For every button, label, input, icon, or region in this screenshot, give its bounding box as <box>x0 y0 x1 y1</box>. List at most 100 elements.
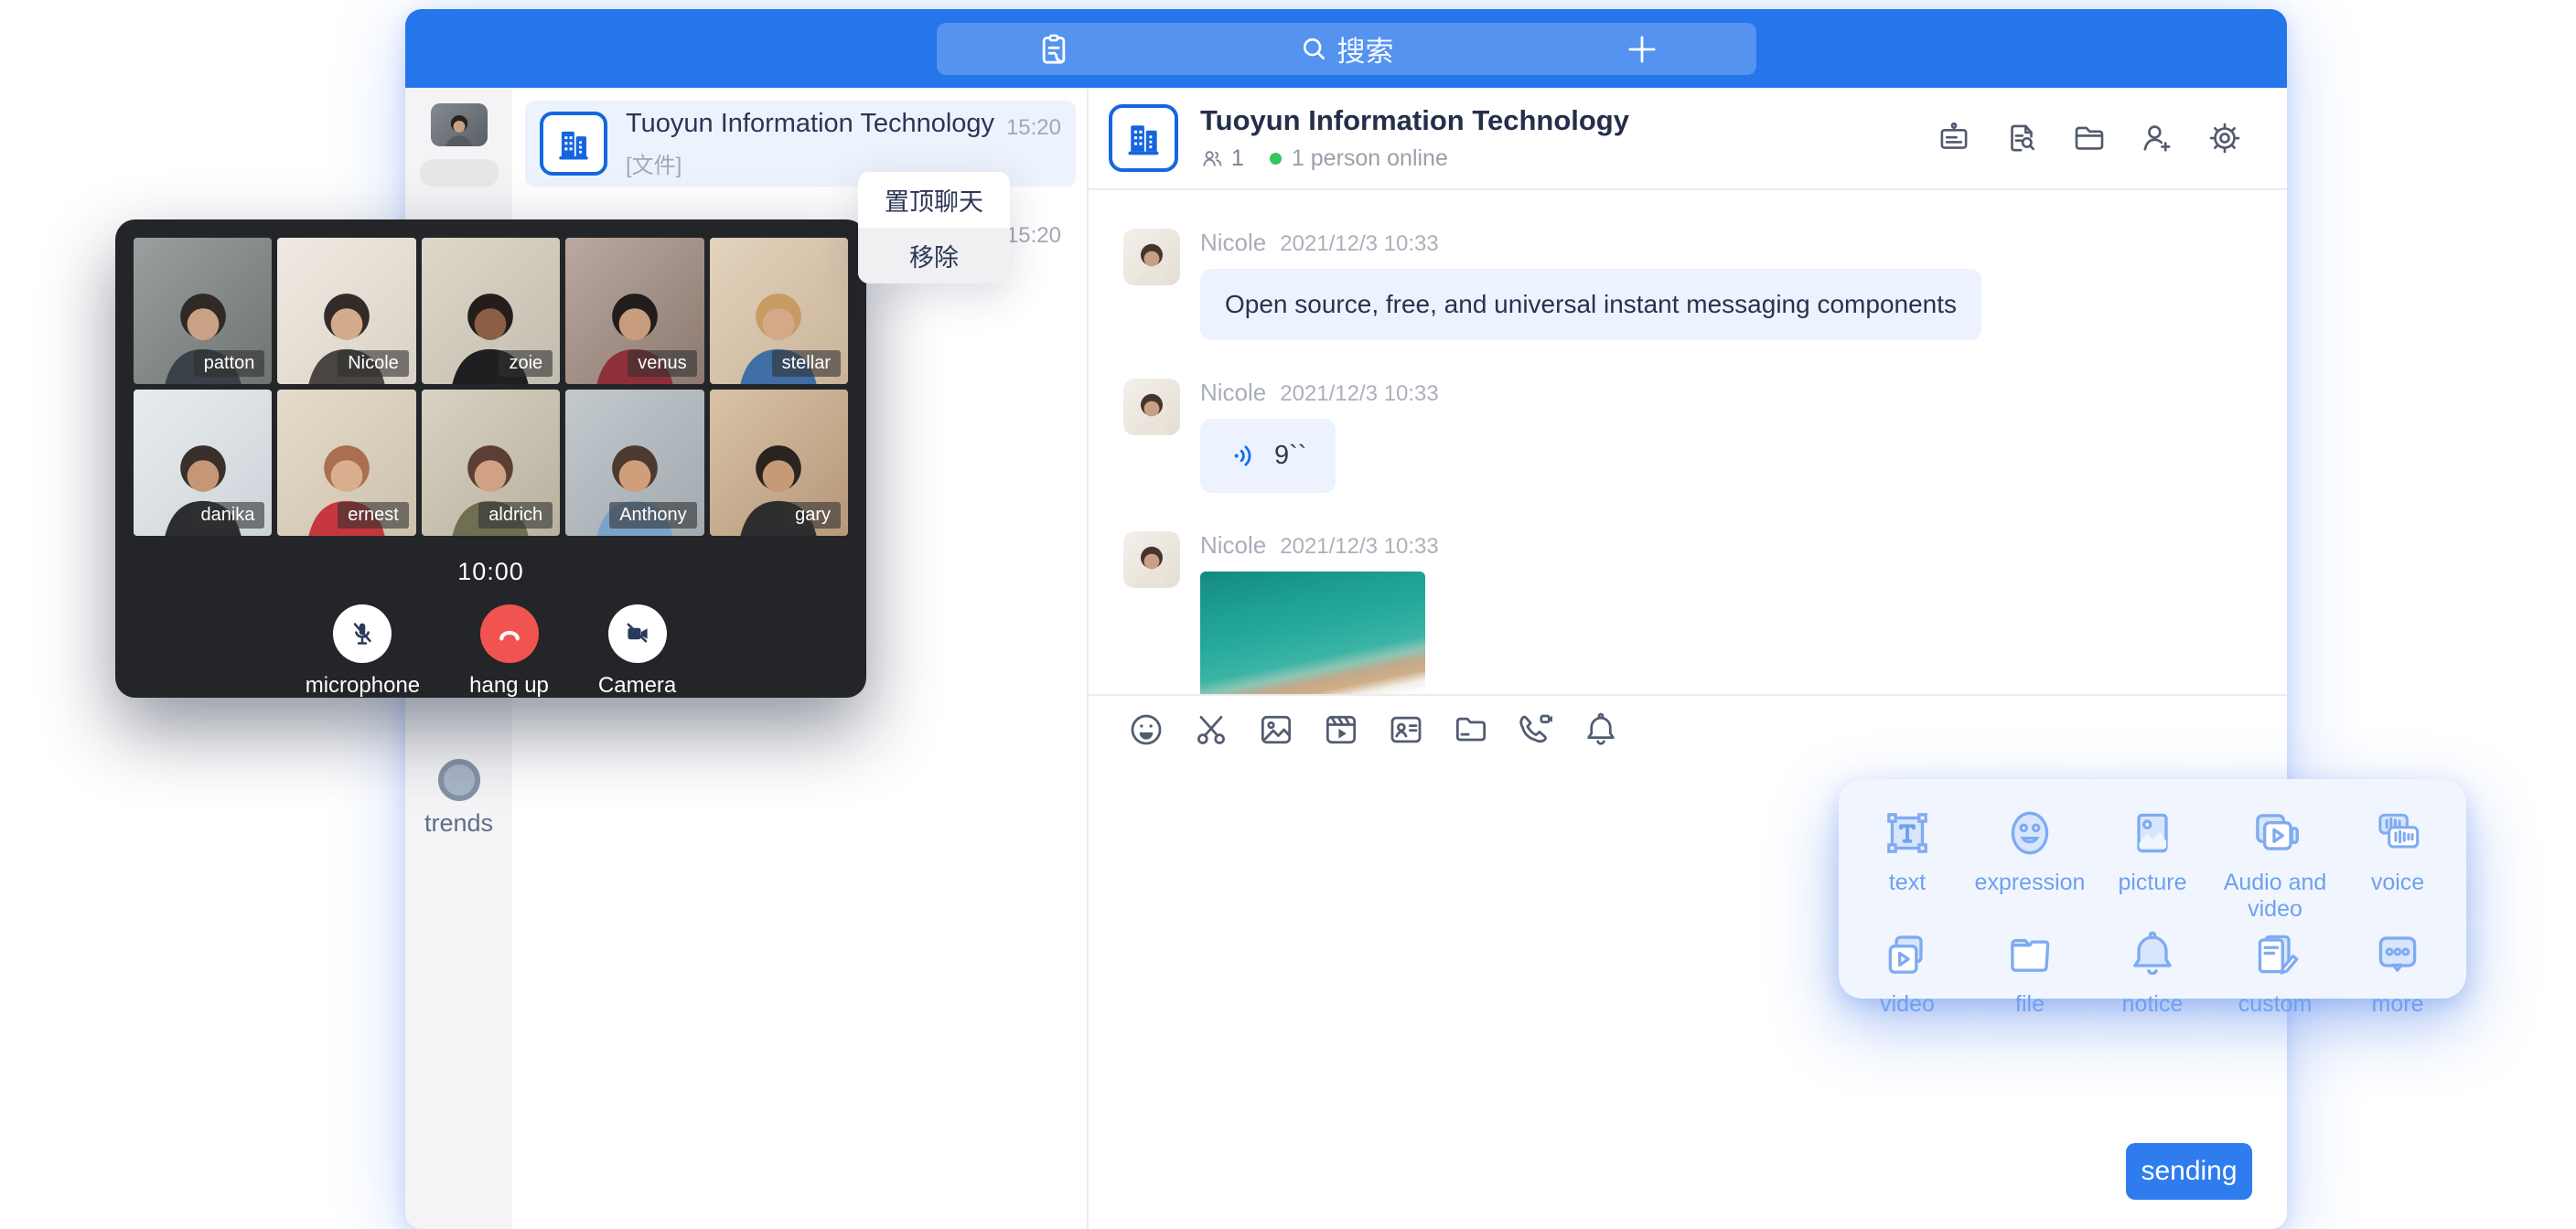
camera-button[interactable]: Camera <box>598 604 676 699</box>
audio-video-icon <box>2214 801 2336 861</box>
emoji-icon[interactable] <box>1125 709 1167 751</box>
notice-icon[interactable] <box>1580 709 1622 751</box>
screenshot-icon[interactable] <box>1190 709 1232 751</box>
trends-icon <box>438 759 480 801</box>
members-icon <box>1200 146 1225 171</box>
participant-name: gary <box>785 502 841 529</box>
video-tile: zoie <box>422 238 560 384</box>
sidebar-item-trends[interactable]: trends <box>405 759 512 838</box>
chat-time: 15:20 <box>1006 115 1061 141</box>
video-tile: danika <box>134 390 272 536</box>
hang-up-button[interactable]: hang up <box>469 604 549 699</box>
custom-panel-icon <box>2238 923 2313 983</box>
attach-item-video[interactable]: video <box>1879 923 1936 1018</box>
avatar[interactable] <box>1123 379 1180 435</box>
expression-icon <box>1975 801 2086 861</box>
video-call-icon[interactable] <box>1515 709 1557 751</box>
video-icon[interactable] <box>1320 709 1362 751</box>
image-message-beach[interactable] <box>1200 572 1425 694</box>
camera-off-icon <box>608 604 667 663</box>
voice-panel-icon <box>2369 801 2426 861</box>
message-time: 2021/12/3 10:33 <box>1280 231 1439 257</box>
attach-item-picture[interactable]: picture <box>2118 801 2186 923</box>
participant-name: danika <box>190 502 264 529</box>
message-image: Nicole 2021/12/3 10:33 <box>1123 531 2287 694</box>
sender-name: Nicole <box>1200 531 1266 560</box>
video-call-overlay: patton Nicole zoie venus stellar danika … <box>115 219 866 698</box>
video-tile: ernest <box>277 390 415 536</box>
participant-name: venus <box>628 350 696 377</box>
attach-item-voice[interactable]: voice <box>2369 801 2426 923</box>
contacts-icon[interactable] <box>1036 31 1072 72</box>
voice-bubble[interactable]: 9`` <box>1200 419 1336 493</box>
participant-name: Anthony <box>609 502 696 529</box>
search-bar[interactable]: 搜索 <box>937 23 1756 75</box>
attachment-panel: text expression picture <box>1839 779 2466 999</box>
message-time: 2021/12/3 10:33 <box>1280 534 1439 560</box>
group-building-icon <box>1109 104 1178 172</box>
noticeboard-icon[interactable] <box>1934 118 1974 158</box>
doc-search-icon[interactable] <box>2002 118 2042 158</box>
chat-header: Tuoyun Information Technology 1 1 person… <box>1089 88 2287 190</box>
page-title: Tuoyun Information Technology <box>1200 104 1629 137</box>
call-timer: 10:00 <box>134 558 848 586</box>
search-icon <box>1299 34 1328 63</box>
search-placeholder: 搜索 <box>1337 28 1394 69</box>
topbar: 搜索 <box>405 9 2287 88</box>
notice-panel-icon <box>2122 923 2184 983</box>
picture-icon[interactable] <box>1255 709 1297 751</box>
gear-icon[interactable] <box>2205 118 2245 158</box>
video-tile: gary <box>710 390 848 536</box>
attach-item-custom[interactable]: custom <box>2238 923 2313 1018</box>
text-bubble[interactable]: Open source, free, and universal instant… <box>1200 269 1981 340</box>
participant-name: zoie <box>499 350 553 377</box>
attach-item-notice[interactable]: notice <box>2122 923 2184 1018</box>
video-tile: aldrich <box>422 390 560 536</box>
voice-wave-icon <box>1229 441 1260 471</box>
attach-item-text[interactable]: text <box>1879 801 1936 923</box>
send-button[interactable]: sending <box>2126 1143 2252 1200</box>
avatar[interactable] <box>1123 531 1180 588</box>
voice-duration: 9`` <box>1274 441 1306 471</box>
picture-panel-icon <box>2118 801 2186 861</box>
chat-title: Tuoyun Information Technology <box>626 109 1006 139</box>
avatar[interactable] <box>1123 229 1180 285</box>
participant-name: patton <box>194 350 265 377</box>
sender-name: Nicole <box>1200 379 1266 407</box>
online-status: 1 person online <box>1292 145 1448 172</box>
menu-item-pin-chat[interactable]: 置顶聊天 <box>858 172 1010 228</box>
text-icon <box>1879 801 1936 861</box>
user-avatar[interactable] <box>431 103 488 146</box>
plus-icon[interactable] <box>1623 30 1661 73</box>
group-building-icon <box>540 112 607 176</box>
chat-time: 15:20 <box>1006 223 1061 249</box>
menu-item-remove[interactable]: 移除 <box>858 228 1010 283</box>
participant-name: stellar <box>772 350 841 377</box>
participant-name: ernest <box>338 502 409 529</box>
attach-item-audio-video[interactable]: Audio and video <box>2214 801 2336 923</box>
member-count: 1 <box>1231 145 1244 172</box>
message-toolbar <box>1089 694 2287 764</box>
video-panel-icon <box>1879 923 1936 983</box>
attach-item-expression[interactable]: expression <box>1975 801 2086 923</box>
video-tile: Nicole <box>277 238 415 384</box>
video-tile: stellar <box>710 238 848 384</box>
attach-item-more[interactable]: more <box>2369 923 2426 1018</box>
attach-item-file[interactable]: file <box>2002 923 2058 1018</box>
context-menu: 置顶聊天 移除 <box>858 172 1010 283</box>
message-time: 2021/12/3 10:33 <box>1280 381 1439 407</box>
video-tile: venus <box>565 238 703 384</box>
folder-icon[interactable] <box>2069 118 2109 158</box>
contact-card-icon[interactable] <box>1385 709 1427 751</box>
nav-item-highlight <box>420 159 499 187</box>
user-add-icon[interactable] <box>2137 118 2177 158</box>
page: 搜索 trends <box>0 0 2576 1229</box>
online-dot <box>1270 153 1282 165</box>
more-panel-icon <box>2369 923 2426 983</box>
video-grid: patton Nicole zoie venus stellar danika … <box>134 238 848 536</box>
folder-icon[interactable] <box>1450 709 1492 751</box>
message-voice: Nicole 2021/12/3 10:33 9`` <box>1123 379 2287 493</box>
video-tile: patton <box>134 238 272 384</box>
file-panel-icon <box>2002 923 2058 983</box>
microphone-button[interactable]: microphone <box>306 604 420 699</box>
